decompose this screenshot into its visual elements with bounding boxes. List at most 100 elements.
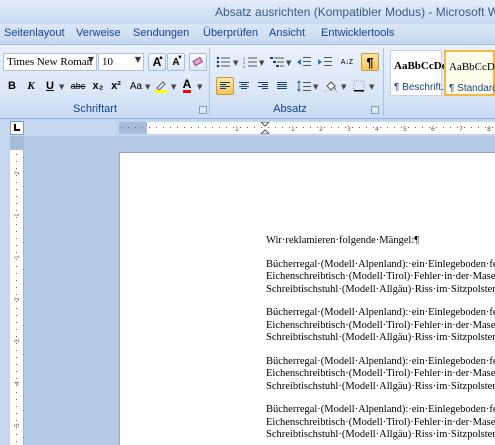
ruler-number: 4 [14,381,21,385]
ruler-number: 1 [14,213,21,217]
tab-entwicklertools[interactable]: Entwicklertools [321,27,394,39]
chevron-down-icon[interactable]: ▼ [88,55,94,64]
italic-button[interactable]: K [22,77,40,95]
change-case-icon: Aa [129,80,143,92]
align-right-icon [258,81,268,91]
horizontal-ruler[interactable]: 1 1 2 3 4 5 6 7 8 [119,122,495,134]
underline-button[interactable]: U [41,77,59,95]
shading-button[interactable] [322,77,340,95]
chevron-down-icon[interactable]: ▼ [171,83,176,91]
tab-selector-button[interactable] [10,121,24,135]
borders-button[interactable] [350,77,368,95]
font-color-button[interactable]: A [178,77,196,95]
document-text[interactable]: Wir·reklamieren·folgende·Mängel:¶ Bücher… [266,235,495,442]
doc-line[interactable]: Bücherregal·(Modell·Alpenland):·ein·Einl… [266,307,495,320]
chevron-down-icon[interactable]: ▼ [135,55,141,64]
group-separator [383,48,384,116]
ruler-tick [16,182,17,183]
style-standard[interactable]: AaBbCcDc ¶ Standard [444,50,495,96]
ruler-tick [401,127,402,128]
ruler-number: 7 [459,126,463,133]
clear-format-button[interactable] [189,53,207,71]
ruler-tick [226,127,227,128]
increase-indent-button[interactable] [316,53,334,71]
strikethrough-button[interactable]: abc [68,77,88,95]
chevron-down-icon[interactable]: ▼ [145,83,150,91]
paragraph-dialog-launcher-icon[interactable] [371,106,379,114]
change-case-button[interactable]: Aa [127,77,145,95]
highlight-button[interactable] [152,77,170,95]
chevron-down-icon[interactable]: ▼ [341,83,346,91]
align-center-button[interactable] [235,77,253,95]
doc-line[interactable]: Eichenschreibtisch·(Modell·Tirol)·Fehler… [266,368,495,381]
sort-icon: A↓Z [340,58,354,66]
font-dialog-launcher-icon[interactable] [199,106,207,114]
chevron-down-icon[interactable]: ▼ [233,59,238,67]
doc-line[interactable]: Eichenschreibtisch·(Modell·Tirol)·Fehler… [266,271,495,284]
bold-icon: B [8,80,16,92]
ruler-tick [429,127,430,128]
ruler-tick [471,127,472,128]
style-beschriftung[interactable]: AaBbCcDd ¶ Beschrift... [390,50,449,96]
subscript-icon: x₂ [92,80,104,92]
heading-line[interactable]: Wir·reklamieren·folgende·Mängel:¶ [266,235,495,248]
bullets-button[interactable] [214,53,232,71]
tab-ueberpruefen[interactable]: Überprüfen [203,27,258,39]
doc-line[interactable]: Bücherregal·(Modell·Alpenland):·ein·Einl… [266,356,495,369]
font-size-combo[interactable]: 10 ▼ [98,53,144,71]
ruler-tick [275,127,276,128]
chevron-down-icon[interactable]: ▼ [59,83,64,91]
chevron-down-icon[interactable]: ▼ [197,83,202,91]
subscript-button[interactable]: x₂ [89,77,107,95]
ruler-tick [191,127,192,128]
doc-line[interactable]: Schreibtischstuhl·(Modell·Allgäu)·Riss·i… [266,284,495,297]
show-formatting-marks-button[interactable]: ¶ [361,53,379,71]
tab-ansicht[interactable]: Ansicht [269,27,305,39]
line-spacing-button[interactable] [295,77,313,95]
chevron-down-icon[interactable]: ▼ [286,59,291,67]
numbering-button[interactable]: 123 [241,53,259,71]
chevron-down-icon[interactable]: ▼ [369,83,374,91]
doc-line[interactable]: Schreibtischstuhl·(Modell·Allgäu)·Riss·i… [266,429,495,442]
window-title: Absatz ausrichten (Kompatibler Modus) - … [215,5,495,19]
bold-button[interactable]: B [3,77,21,95]
ruler-number: 2 [14,297,21,301]
decrease-indent-button[interactable] [295,53,313,71]
ruler-tick [408,127,409,128]
doc-line[interactable]: Bücherregal·(Modell·Alpenland):·ein·Einl… [266,259,495,272]
ruler-tick [16,336,17,337]
doc-line[interactable]: Bücherregal·(Modell·Alpenland):·ein·Einl… [266,404,495,417]
doc-line[interactable]: Eichenschreibtisch·(Modell·Tirol)·Fehler… [266,417,495,430]
superscript-button[interactable]: x² [107,77,125,95]
tab-seitenlayout[interactable]: Seitenlayout [4,27,65,39]
doc-line[interactable]: Schreibtischstuhl·(Modell·Allgäu)·Riss·i… [266,381,495,394]
svg-text:3: 3 [243,64,246,68]
tab-verweise[interactable]: Verweise [76,27,121,39]
justify-icon [277,81,287,91]
ruler-tick [205,127,206,128]
ruler-tick [142,127,143,128]
ruler-tick [317,127,318,128]
doc-line[interactable]: Eichenschreibtisch·(Modell·Tirol)·Fehler… [266,320,495,333]
ruler-tick [16,378,17,379]
ruler-number: 3 [347,126,351,133]
sort-button[interactable]: A↓Z [338,53,356,71]
tab-sendungen[interactable]: Sendungen [133,27,189,39]
shrink-font-button[interactable]: A ▼ [167,53,185,71]
font-name-combo[interactable]: Times New Roman ▼ [3,53,97,71]
align-left-button[interactable] [216,77,234,95]
align-right-button[interactable] [254,77,272,95]
justify-button[interactable] [273,77,291,95]
vertical-ruler[interactable]: 2 1 1 2 3 4 5 [10,136,24,445]
ruler-number: 2 [14,171,21,175]
ruler-tick [254,127,255,128]
grow-font-button[interactable]: A ▲ [148,53,166,71]
border-icon [353,80,365,92]
document-page[interactable]: Wir·reklamieren·folgende·Mängel:¶ Bücher… [119,152,495,445]
multilevel-list-button[interactable] [268,53,286,71]
ribbon: Times New Roman ▼ 10 ▼ A ▲ A ▼ B K U ▼ abc… [0,44,495,119]
ruler-tick [16,189,17,190]
chevron-down-icon[interactable]: ▼ [259,59,264,67]
chevron-down-icon[interactable]: ▼ [313,83,318,91]
doc-line[interactable]: Schreibtischstuhl·(Modell·Allgäu)·Riss·i… [266,332,495,345]
